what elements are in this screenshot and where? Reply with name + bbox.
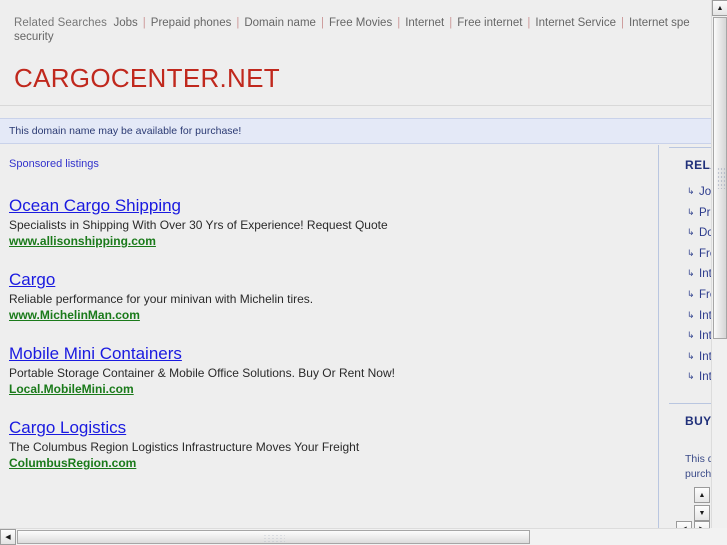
window-horizontal-scrollbar[interactable]: ◀ — [0, 528, 727, 545]
sidebar-buy-text: This domain name may be available for pu… — [685, 453, 711, 480]
sidebar-item-label[interactable]: Prepaid phones — [699, 207, 711, 219]
arrow-bullet-icon: ↳ — [687, 288, 695, 299]
arrow-bullet-icon: ↳ — [687, 227, 695, 238]
purchase-banner[interactable]: This domain name may be available for pu… — [0, 118, 711, 144]
ad-title-link[interactable]: Mobile Mini Containers — [9, 343, 649, 364]
sidebar-item-label[interactable]: Internet — [699, 268, 711, 280]
sidebar-related-list: ↳ Jobs ↳ Prepaid phones ↳ Domain name ↳ Free Mo… — [669, 182, 711, 388]
sponsored-listings-column: Sponsored listings Ocean Cargo Shipping S… — [0, 145, 658, 528]
sidebar-item-label[interactable]: Free Movies — [699, 248, 711, 260]
sidebar-vertical-scrollbar[interactable]: ▲ ▼ — [694, 487, 710, 521]
related-search-link-security[interactable]: security — [14, 31, 54, 43]
arrow-bullet-icon: ↳ — [687, 330, 695, 341]
sidebar-item-label[interactable]: Internet speed — [699, 351, 711, 363]
sponsored-ad: Mobile Mini Containers Portable Storage C… — [9, 343, 649, 398]
sidebar-list-item[interactable]: ↳ Internet Service — [669, 306, 711, 327]
sidebar-list-item[interactable]: ↳ Free Movies — [669, 244, 711, 265]
related-search-link[interactable]: Prepaid phones — [149, 17, 234, 29]
sidebar-related-box: RELATED SEARCHES ↳ Jobs ↳ Prepaid phones ↳ Do… — [669, 147, 711, 388]
related-search-link[interactable]: Domain name — [242, 17, 318, 29]
arrow-bullet-icon: ↳ — [687, 268, 695, 279]
window-vertical-scroll-thumb[interactable] — [713, 17, 727, 339]
page-content: Related Searches Jobs | Prepaid phones | Dom… — [0, 0, 711, 528]
related-searches-separator: | — [142, 17, 146, 29]
scrollbar-corner — [710, 528, 727, 545]
related-searches-separator: | — [449, 17, 453, 29]
related-search-link[interactable]: Internet — [403, 17, 446, 29]
related-searches-separator: | — [320, 17, 324, 29]
ad-url-link[interactable]: ColumbusRegion.com — [9, 455, 649, 472]
sponsored-ad: Ocean Cargo Shipping Specialists in Shipp… — [9, 195, 649, 250]
ad-url-link[interactable]: www.MichelinMan.com — [9, 307, 649, 324]
arrow-bullet-icon: ↳ — [687, 350, 695, 361]
ad-description: The Columbus Region Logistics Infrastruc… — [9, 440, 360, 454]
related-searches-separator: | — [397, 17, 401, 29]
sidebar-list-item[interactable]: ↳ Internet — [669, 264, 711, 285]
sidebar-list-item[interactable]: ↳ Internet security — [669, 326, 711, 347]
sidebar-scroll-down-button[interactable]: ▼ — [694, 505, 710, 521]
arrow-bullet-icon: ↳ — [687, 371, 695, 382]
sidebar-buy-box: BUY THIS DOMAIN This domain name may be … — [669, 403, 711, 482]
arrow-bullet-icon: ↳ — [687, 186, 695, 196]
sponsored-ad: Cargo Logistics The Columbus Region Logis… — [9, 417, 649, 472]
sidebar-list-item[interactable]: ↳ Jobs — [669, 182, 711, 203]
purchase-banner-text: This domain name may be available for pu… — [9, 125, 242, 137]
window-scroll-up-button[interactable]: ▲ — [712, 0, 727, 16]
sidebar-buy-heading: BUY THIS DOMAIN — [685, 414, 711, 428]
domain-title-band: CARGOCENTER.NET — [0, 52, 711, 106]
page-title: CARGOCENTER.NET — [14, 63, 280, 93]
sidebar-list-item[interactable]: ↳ Internet provider — [669, 367, 711, 388]
related-searches-links: Jobs | Prepaid phones | Domain name | Free Mov… — [111, 13, 691, 30]
arrow-bullet-icon: ↳ — [687, 309, 695, 320]
ad-list: Ocean Cargo Shipping Specialists in Shipp… — [9, 195, 649, 491]
window-vertical-scrollbar[interactable]: ▲ — [711, 0, 727, 528]
related-searches-strip: Related Searches Jobs | Prepaid phones | Dom… — [0, 0, 711, 52]
window-horizontal-scroll-thumb[interactable] — [17, 530, 530, 544]
ad-url-link[interactable]: www.allisonshipping.com — [9, 233, 649, 250]
sidebar-column: RELATED SEARCHES ↳ Jobs ↳ Prepaid phones ↳ Do… — [659, 145, 711, 528]
sidebar-item-label[interactable]: Domain name — [699, 227, 711, 239]
ad-title-link[interactable]: Ocean Cargo Shipping — [9, 195, 649, 216]
sidebar-item-label[interactable]: Internet security — [699, 330, 711, 342]
ad-title-link[interactable]: Cargo Logistics — [9, 417, 649, 438]
window-scroll-left-button[interactable]: ◀ — [0, 529, 16, 545]
ad-description: Reliable performance for your minivan wi… — [9, 292, 314, 306]
sidebar-list-item[interactable]: ↳ Domain name — [669, 223, 711, 244]
sidebar-inner-frame: RELATED SEARCHES ↳ Jobs ↳ Prepaid phones ↳ Do… — [659, 145, 711, 528]
scroll-grip-icon — [262, 534, 285, 542]
arrow-bullet-icon: ↳ — [687, 206, 695, 217]
sponsored-listings-heading: Sponsored listings — [9, 158, 99, 170]
sidebar-list-item[interactable]: ↳ Free internet — [669, 285, 711, 306]
sponsored-ad: Cargo Reliable performance for your miniv… — [9, 269, 649, 324]
ad-description: Portable Storage Container & Mobile Offi… — [9, 366, 395, 380]
ad-url-link[interactable]: Local.MobileMini.com — [9, 381, 649, 398]
related-searches-separator: | — [236, 17, 240, 29]
main-content: Sponsored listings Ocean Cargo Shipping S… — [0, 145, 711, 528]
related-search-link[interactable]: Jobs — [111, 17, 139, 29]
related-search-link[interactable]: Free Movies — [327, 17, 394, 29]
sidebar-list-item[interactable]: ↳ Prepaid phones — [669, 203, 711, 224]
sidebar-scroll-up-button[interactable]: ▲ — [694, 487, 710, 503]
related-search-link[interactable]: Free internet — [455, 17, 524, 29]
sidebar-list-item[interactable]: ↳ Internet speed — [669, 347, 711, 368]
browser-viewport: Related Searches Jobs | Prepaid phones | Dom… — [0, 0, 727, 545]
scroll-grip-icon — [717, 167, 725, 189]
related-search-link[interactable]: Internet Service — [533, 17, 618, 29]
sidebar-related-heading: RELATED SEARCHES — [685, 158, 711, 172]
related-search-link[interactable]: Internet spe — [627, 17, 692, 29]
sidebar-item-label[interactable]: Internet provider — [699, 371, 711, 383]
sidebar-item-label[interactable]: Internet Service — [699, 310, 711, 322]
ad-description: Specialists in Shipping With Over 30 Yrs… — [9, 218, 388, 232]
sidebar-item-label[interactable]: Jobs — [699, 186, 711, 198]
related-searches-label: Related Searches — [14, 17, 108, 29]
related-searches-separator: | — [620, 17, 624, 29]
sidebar-item-label[interactable]: Free internet — [699, 289, 711, 301]
ad-title-link[interactable]: Cargo — [9, 269, 649, 290]
arrow-bullet-icon: ↳ — [687, 247, 695, 258]
